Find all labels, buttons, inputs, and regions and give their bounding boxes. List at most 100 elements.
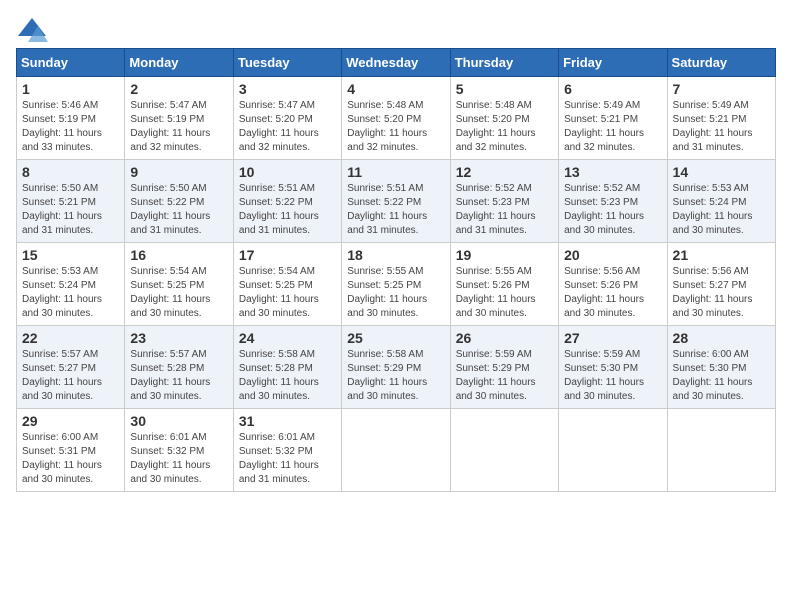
day-number: 5 <box>456 81 553 97</box>
day-number: 6 <box>564 81 661 97</box>
day-cell <box>342 409 450 492</box>
day-info: Sunrise: 5:57 AM Sunset: 5:27 PM Dayligh… <box>22 348 119 404</box>
day-cell: 13 Sunrise: 5:52 AM Sunset: 5:23 PM Dayli… <box>559 160 667 243</box>
day-cell: 5 Sunrise: 5:48 AM Sunset: 5:20 PM Daylig… <box>450 77 558 160</box>
header-cell-saturday: Saturday <box>667 49 775 77</box>
day-cell: 27 Sunrise: 5:59 AM Sunset: 5:30 PM Dayli… <box>559 326 667 409</box>
day-cell: 31Sunrise: 6:01 AM Sunset: 5:32 PM Dayli… <box>233 409 341 492</box>
day-info: Sunrise: 5:56 AM Sunset: 5:27 PM Dayligh… <box>673 265 770 321</box>
day-info: Sunrise: 5:51 AM Sunset: 5:22 PM Dayligh… <box>347 182 444 238</box>
day-cell: 2 Sunrise: 5:47 AM Sunset: 5:19 PM Daylig… <box>125 77 233 160</box>
day-cell: 12Sunrise: 5:52 AM Sunset: 5:23 PM Dayli… <box>450 160 558 243</box>
day-number: 8 <box>22 164 119 180</box>
day-cell: 30 Sunrise: 6:01 AM Sunset: 5:32 PM Dayli… <box>125 409 233 492</box>
day-number: 12 <box>456 164 553 180</box>
day-cell: 24 Sunrise: 5:58 AM Sunset: 5:28 PM Dayli… <box>233 326 341 409</box>
day-info: Sunrise: 5:54 AM Sunset: 5:25 PM Dayligh… <box>130 265 227 321</box>
day-cell: 11 Sunrise: 5:51 AM Sunset: 5:22 PM Dayli… <box>342 160 450 243</box>
day-number: 25 <box>347 330 444 346</box>
day-info: Sunrise: 5:54 AM Sunset: 5:25 PM Dayligh… <box>239 265 336 321</box>
day-cell: 8 Sunrise: 5:50 AM Sunset: 5:21 PM Daylig… <box>17 160 125 243</box>
day-number: 11 <box>347 164 444 180</box>
header-cell-monday: Monday <box>125 49 233 77</box>
day-number: 27 <box>564 330 661 346</box>
day-info: Sunrise: 5:59 AM Sunset: 5:30 PM Dayligh… <box>564 348 661 404</box>
day-cell: 21 Sunrise: 5:56 AM Sunset: 5:27 PM Dayli… <box>667 243 775 326</box>
day-cell <box>450 409 558 492</box>
logo <box>16 16 52 44</box>
day-number: 19 <box>456 247 553 263</box>
calendar-table: SundayMondayTuesdayWednesdayThursdayFrid… <box>16 48 776 492</box>
header-cell-friday: Friday <box>559 49 667 77</box>
day-number: 15 <box>22 247 119 263</box>
day-info: Sunrise: 6:01 AM Sunset: 5:32 PM Dayligh… <box>130 431 227 487</box>
day-cell: 6 Sunrise: 5:49 AM Sunset: 5:21 PM Daylig… <box>559 77 667 160</box>
day-info: Sunrise: 5:48 AM Sunset: 5:20 PM Dayligh… <box>456 99 553 155</box>
day-number: 14 <box>673 164 770 180</box>
day-info: Sunrise: 5:59 AM Sunset: 5:29 PM Dayligh… <box>456 348 553 404</box>
calendar-body: 1 Sunrise: 5:46 AM Sunset: 5:19 PM Daylig… <box>17 77 776 492</box>
week-row-3: 15Sunrise: 5:53 AM Sunset: 5:24 PM Dayli… <box>17 243 776 326</box>
header-cell-wednesday: Wednesday <box>342 49 450 77</box>
day-info: Sunrise: 5:55 AM Sunset: 5:25 PM Dayligh… <box>347 265 444 321</box>
day-number: 13 <box>564 164 661 180</box>
header-cell-sunday: Sunday <box>17 49 125 77</box>
day-info: Sunrise: 5:53 AM Sunset: 5:24 PM Dayligh… <box>673 182 770 238</box>
day-cell: 29Sunrise: 6:00 AM Sunset: 5:31 PM Dayli… <box>17 409 125 492</box>
day-cell: 23 Sunrise: 5:57 AM Sunset: 5:28 PM Dayli… <box>125 326 233 409</box>
day-cell: 10Sunrise: 5:51 AM Sunset: 5:22 PM Dayli… <box>233 160 341 243</box>
day-cell: 20 Sunrise: 5:56 AM Sunset: 5:26 PM Dayli… <box>559 243 667 326</box>
day-info: Sunrise: 5:49 AM Sunset: 5:21 PM Dayligh… <box>564 99 661 155</box>
header-cell-tuesday: Tuesday <box>233 49 341 77</box>
day-info: Sunrise: 5:58 AM Sunset: 5:29 PM Dayligh… <box>347 348 444 404</box>
day-number: 4 <box>347 81 444 97</box>
day-number: 22 <box>22 330 119 346</box>
week-row-4: 22 Sunrise: 5:57 AM Sunset: 5:27 PM Dayli… <box>17 326 776 409</box>
day-info: Sunrise: 6:00 AM Sunset: 5:30 PM Dayligh… <box>673 348 770 404</box>
day-number: 1 <box>22 81 119 97</box>
day-info: Sunrise: 5:56 AM Sunset: 5:26 PM Dayligh… <box>564 265 661 321</box>
day-info: Sunrise: 5:47 AM Sunset: 5:20 PM Dayligh… <box>239 99 336 155</box>
day-info: Sunrise: 5:57 AM Sunset: 5:28 PM Dayligh… <box>130 348 227 404</box>
header-cell-thursday: Thursday <box>450 49 558 77</box>
day-info: Sunrise: 5:46 AM Sunset: 5:19 PM Dayligh… <box>22 99 119 155</box>
logo-icon <box>16 16 48 44</box>
day-info: Sunrise: 5:51 AM Sunset: 5:22 PM Dayligh… <box>239 182 336 238</box>
day-cell: 4 Sunrise: 5:48 AM Sunset: 5:20 PM Daylig… <box>342 77 450 160</box>
day-number: 23 <box>130 330 227 346</box>
calendar-header-row: SundayMondayTuesdayWednesdayThursdayFrid… <box>17 49 776 77</box>
day-number: 21 <box>673 247 770 263</box>
day-number: 24 <box>239 330 336 346</box>
day-number: 28 <box>673 330 770 346</box>
day-info: Sunrise: 5:50 AM Sunset: 5:22 PM Dayligh… <box>130 182 227 238</box>
day-cell: 15Sunrise: 5:53 AM Sunset: 5:24 PM Dayli… <box>17 243 125 326</box>
day-info: Sunrise: 5:47 AM Sunset: 5:19 PM Dayligh… <box>130 99 227 155</box>
day-number: 18 <box>347 247 444 263</box>
day-number: 9 <box>130 164 227 180</box>
day-cell: 28 Sunrise: 6:00 AM Sunset: 5:30 PM Dayli… <box>667 326 775 409</box>
day-cell <box>667 409 775 492</box>
day-cell: 9 Sunrise: 5:50 AM Sunset: 5:22 PM Daylig… <box>125 160 233 243</box>
day-cell: 25 Sunrise: 5:58 AM Sunset: 5:29 PM Dayli… <box>342 326 450 409</box>
day-number: 29 <box>22 413 119 429</box>
day-number: 2 <box>130 81 227 97</box>
day-cell <box>559 409 667 492</box>
day-number: 7 <box>673 81 770 97</box>
page-header <box>16 16 776 44</box>
day-number: 20 <box>564 247 661 263</box>
day-cell: 14 Sunrise: 5:53 AM Sunset: 5:24 PM Dayli… <box>667 160 775 243</box>
day-info: Sunrise: 5:58 AM Sunset: 5:28 PM Dayligh… <box>239 348 336 404</box>
day-info: Sunrise: 5:55 AM Sunset: 5:26 PM Dayligh… <box>456 265 553 321</box>
day-info: Sunrise: 5:50 AM Sunset: 5:21 PM Dayligh… <box>22 182 119 238</box>
day-number: 30 <box>130 413 227 429</box>
day-number: 17 <box>239 247 336 263</box>
day-cell: 16Sunrise: 5:54 AM Sunset: 5:25 PM Dayli… <box>125 243 233 326</box>
week-row-1: 1 Sunrise: 5:46 AM Sunset: 5:19 PM Daylig… <box>17 77 776 160</box>
day-cell: 7Sunrise: 5:49 AM Sunset: 5:21 PM Daylig… <box>667 77 775 160</box>
day-info: Sunrise: 5:52 AM Sunset: 5:23 PM Dayligh… <box>564 182 661 238</box>
day-cell: 19 Sunrise: 5:55 AM Sunset: 5:26 PM Dayli… <box>450 243 558 326</box>
week-row-2: 8 Sunrise: 5:50 AM Sunset: 5:21 PM Daylig… <box>17 160 776 243</box>
day-cell: 22 Sunrise: 5:57 AM Sunset: 5:27 PM Dayli… <box>17 326 125 409</box>
week-row-5: 29Sunrise: 6:00 AM Sunset: 5:31 PM Dayli… <box>17 409 776 492</box>
day-info: Sunrise: 5:48 AM Sunset: 5:20 PM Dayligh… <box>347 99 444 155</box>
